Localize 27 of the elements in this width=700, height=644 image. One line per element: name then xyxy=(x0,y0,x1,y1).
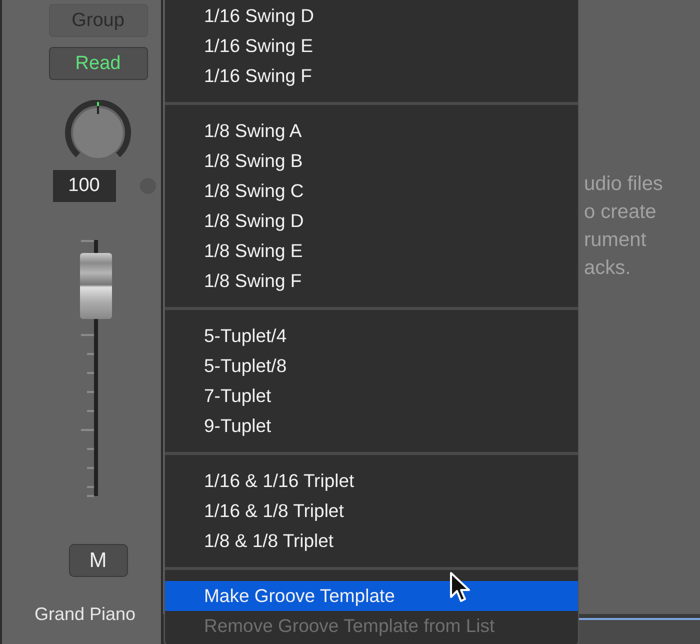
menu-item[interactable]: 1/8 & 1/8 Triplet xyxy=(165,526,578,556)
automation-mode-button[interactable]: Read xyxy=(48,47,148,80)
menu-item[interactable]: 1/16 Swing E xyxy=(165,31,578,61)
menu-item[interactable]: 1/8 Swing E xyxy=(165,236,578,266)
volume-fader-handle[interactable] xyxy=(80,253,112,320)
menu-item[interactable]: 1/8 Swing D xyxy=(165,206,578,236)
menu-item[interactable]: 9-Tuplet xyxy=(165,411,578,441)
menu-item[interactable]: 5-Tuplet/4 xyxy=(165,321,578,351)
menu-item[interactable]: 5-Tuplet/8 xyxy=(165,351,578,381)
track-name: Grand Piano xyxy=(34,604,136,625)
hint-text: udio files xyxy=(584,172,664,197)
menu-item[interactable]: 1/16 Swing F xyxy=(165,61,578,91)
menu-item[interactable]: 1/8 Swing F xyxy=(165,266,578,296)
hint-text: rument xyxy=(584,228,648,253)
menu-item[interactable]: 7-Tuplet xyxy=(165,381,578,411)
mouse-pointer-icon xyxy=(449,571,471,605)
menu-item[interactable]: 1/16 & 1/8 Triplet xyxy=(165,496,578,526)
menu-item[interactable]: 1/16 & 1/16 Triplet xyxy=(165,466,578,496)
menu-item[interactable]: 1/16 Swing D xyxy=(165,1,578,31)
menu-item[interactable]: 1/8 Swing C xyxy=(165,176,578,206)
menu-item[interactable]: Make Groove Template xyxy=(165,581,578,611)
menu-item[interactable]: 1/8 Swing B xyxy=(165,146,578,176)
pan-value-field[interactable]: 100 xyxy=(52,170,116,202)
hint-text: acks. xyxy=(584,256,632,281)
menu-item[interactable]: 1/8 Swing A xyxy=(165,116,578,146)
hint-text: o create xyxy=(584,200,658,225)
mute-button[interactable]: M xyxy=(68,544,128,577)
